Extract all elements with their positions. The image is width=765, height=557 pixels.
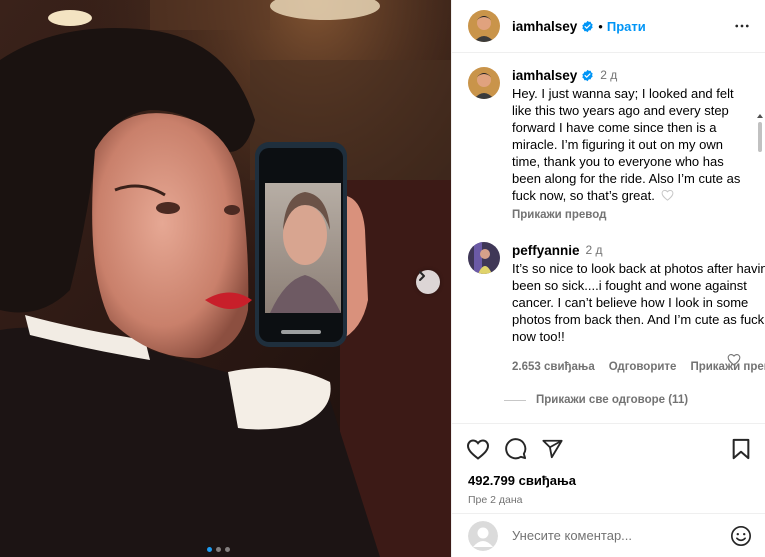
heart-icon (727, 354, 741, 366)
caption-time[interactable]: 2 д (600, 67, 617, 84)
carousel-dot (207, 547, 212, 552)
default-avatar-icon (468, 520, 498, 551)
post-date[interactable]: Пре 2 дана (452, 488, 765, 506)
share-icon[interactable] (541, 438, 564, 460)
heart-icon[interactable] (661, 189, 674, 201)
post-author-username[interactable]: iamhalsey (512, 19, 577, 34)
replies-divider (504, 399, 526, 401)
comment-icon[interactable] (504, 437, 527, 460)
comment-time[interactable]: 2 д (586, 242, 603, 259)
verified-icon (581, 20, 594, 33)
more-icon[interactable] (733, 17, 751, 35)
emoji-icon[interactable] (730, 525, 752, 547)
avatar[interactable] (468, 10, 500, 42)
caption: iamhalsey 2 д Hey. I just wanna say; I l… (468, 67, 751, 224)
comment-username[interactable]: peffyannie (512, 242, 580, 259)
comment: peffyannie 2 д It’s so nice to look back… (468, 242, 765, 376)
view-replies[interactable]: Прикажи све одговоре (11) (504, 394, 751, 406)
avatar-image (468, 242, 500, 274)
verified-icon (581, 69, 594, 82)
post-photo (0, 0, 451, 557)
post-header: iamhalsey • Прати (452, 0, 765, 53)
post-actions (452, 423, 765, 473)
avatar[interactable] (468, 242, 500, 274)
comments-section[interactable]: iamhalsey 2 д Hey. I just wanna say; I l… (452, 53, 765, 423)
likes-count[interactable]: 492.799 свиђања (452, 473, 765, 488)
next-photo-button[interactable] (416, 270, 440, 294)
avatar-image (468, 67, 500, 99)
save-icon[interactable] (731, 438, 751, 460)
heart-icon[interactable] (466, 438, 490, 460)
caption-username[interactable]: iamhalsey (512, 67, 577, 84)
carousel-dot (216, 547, 221, 552)
see-translation-link[interactable]: Прикажи превод (512, 207, 751, 224)
comment-composer: Унесите коментар... (452, 513, 765, 557)
avatar-image (468, 10, 500, 42)
caption-text: Hey. I just wanna say; I looked and felt… (512, 85, 751, 204)
like-comment-button[interactable] (727, 353, 741, 369)
chevron-right-icon (419, 271, 425, 281)
reply-button[interactable]: Одговорите (609, 359, 677, 376)
carousel-dots (207, 547, 230, 552)
scrollbar[interactable] (755, 113, 765, 423)
follow-button[interactable]: Прати (607, 19, 646, 34)
view-replies-label: Прикажи све одговоре (11) (536, 394, 689, 406)
photo-image (0, 0, 451, 557)
separator-dot: • (598, 18, 603, 34)
comment-likes[interactable]: 2.653 свиђања (512, 359, 595, 376)
comment-text: It’s so nice to look back at photos afte… (512, 261, 765, 344)
carousel-dot (225, 547, 230, 552)
comment-input[interactable]: Унесите коментар... (512, 528, 632, 543)
avatar[interactable] (468, 67, 500, 99)
post-sidebar: iamhalsey • Прати iamhalsey 2 д Hey. I j… (451, 0, 765, 557)
avatar (468, 520, 498, 551)
caption-text-content: Hey. I just wanna say; I looked and felt… (512, 86, 741, 203)
